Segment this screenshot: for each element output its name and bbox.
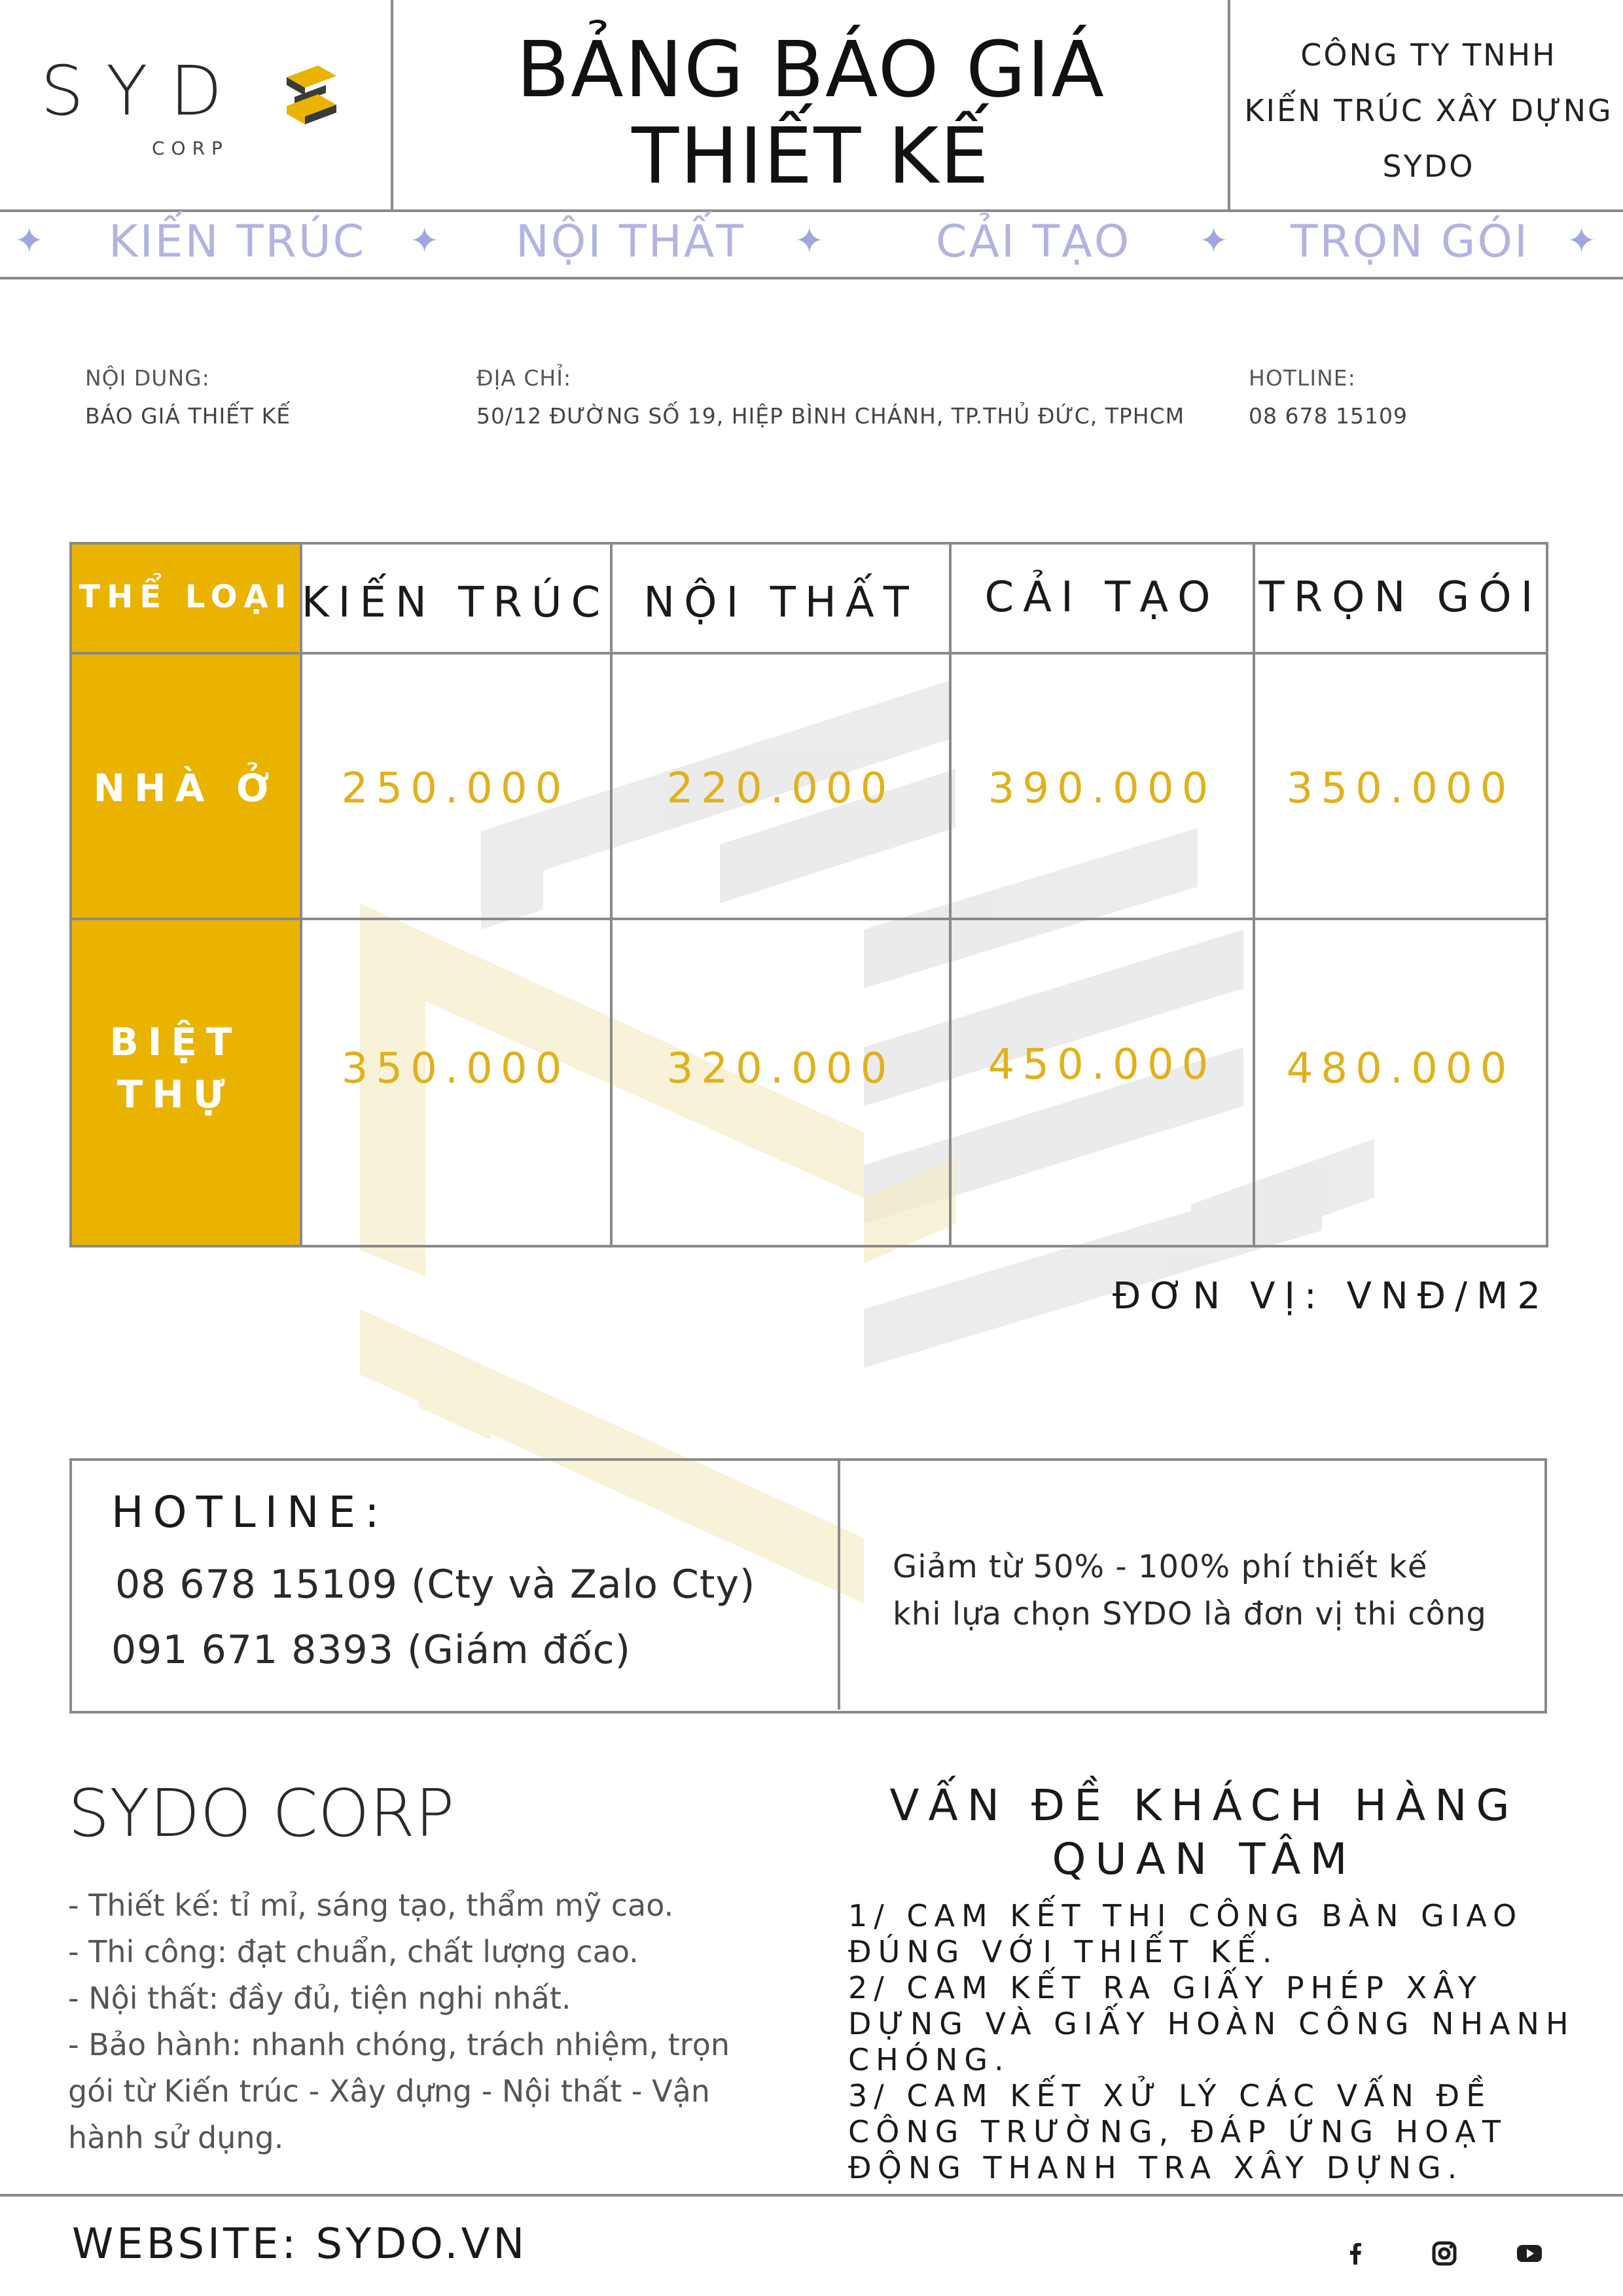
unit-note: ĐƠN VỊ: VNĐ/M2 xyxy=(1112,1275,1550,1318)
table-rule xyxy=(1253,542,1255,1247)
list-item: - Nội thất: đầy đủ, tiện nghi nhất. xyxy=(68,1981,571,2016)
concerns-title-line-1: VẤN ĐỀ KHÁCH HÀNG xyxy=(889,1780,1519,1831)
page-title: BẢNG BÁO GIÁ THIẾT KẾ xyxy=(395,26,1226,199)
list-item: 2/ CAM KẾT RA GIẤY PHÉP XÂY xyxy=(848,1970,1484,2005)
concerns-title-line-2: QUAN TÂM xyxy=(1052,1834,1357,1884)
list-item: gói từ Kiến trúc - Xây dựng - Nội thất -… xyxy=(68,2073,710,2109)
hotline-box-divider xyxy=(838,1460,840,1710)
table-rule xyxy=(69,1245,1548,1247)
band-item-architecture: KIẾN TRÚC xyxy=(109,216,366,268)
logo-text: SYD xyxy=(41,51,245,131)
star-icon: ✦ xyxy=(1567,220,1597,261)
table-rule xyxy=(300,542,302,1247)
instagram-icon[interactable] xyxy=(1428,2237,1461,2270)
row-label-villa-line-2: THỰ xyxy=(116,1072,234,1117)
concerns-title: VẤN ĐỀ KHÁCH HÀNG QUAN TÂM xyxy=(851,1779,1558,1886)
table-rule xyxy=(1546,542,1548,1247)
row-label-column xyxy=(71,543,301,1247)
column-header-architecture: KIẾN TRÚC xyxy=(301,579,610,627)
content-value: BÁO GIÁ THIẾT KẾ xyxy=(85,403,291,429)
corp-list: - Thiết kế: tỉ mỉ, sáng tạo, thẩm mỹ cao… xyxy=(68,1882,801,2161)
price-cell: 350.000 xyxy=(341,1045,570,1093)
logo-mark-icon xyxy=(287,65,336,124)
title-line-1: BẢNG BÁO GIÁ xyxy=(516,24,1105,115)
company-name: CÔNG TY TNHH KIẾN TRÚC XÂY DỰNG SYDO xyxy=(1234,27,1623,194)
price-cell: 250.000 xyxy=(341,764,570,813)
table-corner-label: THỂ LOẠI xyxy=(79,579,293,615)
hotline-director[interactable]: 091 671 8393 (Giám đốc) xyxy=(111,1627,631,1673)
band-item-renovation: CẢI TẠO xyxy=(936,216,1132,268)
row-label-villa-line-1: BIỆT xyxy=(109,1020,241,1064)
promo-line-1: Giảm từ 50% - 100% phí thiết kế xyxy=(893,1549,1428,1585)
website-link[interactable]: WEBSITE: SYDO.VN xyxy=(72,2220,527,2269)
title-line-2: THIẾT KẾ xyxy=(632,111,990,201)
promo-line-2: khi lựa chọn SYDO là đơn vị thi công xyxy=(893,1596,1487,1632)
list-item: - Thi công: đạt chuẩn, chất lượng cao. xyxy=(68,1934,639,1969)
address-label: ĐỊA CHỈ: xyxy=(476,365,572,391)
table-rule xyxy=(949,542,952,1247)
column-header-interior: NỘI THẤT xyxy=(643,579,918,627)
youtube-icon[interactable] xyxy=(1513,2237,1546,2270)
band-item-package: TRỌN GÓI xyxy=(1291,216,1530,268)
list-item: ĐÚNG VỚI THIẾT KẾ. xyxy=(848,1934,1279,1969)
header-divider xyxy=(1228,0,1230,211)
table-rule xyxy=(610,542,613,1247)
row-label-house: NHÀ Ở xyxy=(93,766,279,810)
table-rule xyxy=(69,652,1548,655)
table-rule xyxy=(69,542,1548,545)
list-item: - Thiết kế: tỉ mỉ, sáng tạo, thẩm mỹ cao… xyxy=(68,1888,674,1923)
star-icon: ✦ xyxy=(1199,220,1229,261)
band-item-interior: NỘI THẤT xyxy=(516,216,745,268)
corp-title: SYDO CORP xyxy=(68,1775,455,1852)
hotline-company[interactable]: 08 678 15109 (Cty và Zalo Cty) xyxy=(115,1562,755,1607)
list-item: CHÓNG. xyxy=(848,2042,1010,2077)
logo-sub: CORP xyxy=(152,137,229,159)
star-icon: ✦ xyxy=(14,220,45,261)
price-cell: 450.000 xyxy=(988,1041,1217,1089)
hotline-label: HOTLINE: xyxy=(1249,365,1356,391)
list-item: - Bảo hành: nhanh chóng, trách nhiệm, tr… xyxy=(68,2027,730,2062)
price-cell: 390.000 xyxy=(988,764,1217,813)
table-rule xyxy=(69,542,72,1247)
column-header-package: TRỌN GÓI xyxy=(1258,573,1543,622)
content-label: NỘI DUNG: xyxy=(85,365,210,391)
hotline-box-title: HOTLINE: xyxy=(111,1487,389,1537)
concerns-list: 1/ CAM KẾT THI CÔNG BÀN GIAO ĐÚNG VỚI TH… xyxy=(848,1898,1594,2186)
list-item: 3/ CAM KẾT XỬ LÝ CÁC VẤN ĐỀ xyxy=(848,2078,1492,2113)
list-item: ĐỘNG THANH TRA XÂY DỰNG. xyxy=(848,2150,1464,2185)
star-icon: ✦ xyxy=(410,220,440,261)
facebook-icon[interactable] xyxy=(1339,2237,1372,2270)
price-cell: 220.000 xyxy=(666,764,895,813)
promo-text: Giảm từ 50% - 100% phí thiết kế khi lựa … xyxy=(893,1543,1487,1638)
column-header-renovation: CẢI TẠO xyxy=(984,573,1220,622)
company-line-1: CÔNG TY TNHH xyxy=(1300,37,1557,73)
company-line-3: SYDO xyxy=(1382,149,1475,184)
list-item: 1/ CAM KẾT THI CÔNG BÀN GIAO xyxy=(848,1898,1524,1933)
header-rule xyxy=(0,209,1623,212)
address-value: 50/12 ĐƯỜNG SỐ 19, HIỆP BÌNH CHÁNH, TP.T… xyxy=(476,403,1185,429)
price-cell: 480.000 xyxy=(1286,1045,1515,1093)
price-cell: 320.000 xyxy=(666,1045,895,1093)
list-item: CÔNG TRƯỜNG, ĐÁP ỨNG HOẠT xyxy=(848,2114,1508,2149)
star-icon: ✦ xyxy=(794,220,825,261)
hotline-value: 08 678 15109 xyxy=(1249,403,1408,429)
table-rule xyxy=(69,918,1548,920)
price-cell: 350.000 xyxy=(1286,764,1515,813)
footer-rule xyxy=(0,2194,1623,2197)
header-divider xyxy=(391,0,393,211)
band-rule xyxy=(0,277,1623,279)
list-item: DỰNG VÀ GIẤY HOÀN CÔNG NHANH xyxy=(848,2006,1575,2041)
row-label-villa: BIỆT THỰ xyxy=(71,1016,280,1121)
company-line-2: KIẾN TRÚC XÂY DỰNG xyxy=(1244,93,1613,128)
list-item: hành sử dụng. xyxy=(68,2120,284,2155)
